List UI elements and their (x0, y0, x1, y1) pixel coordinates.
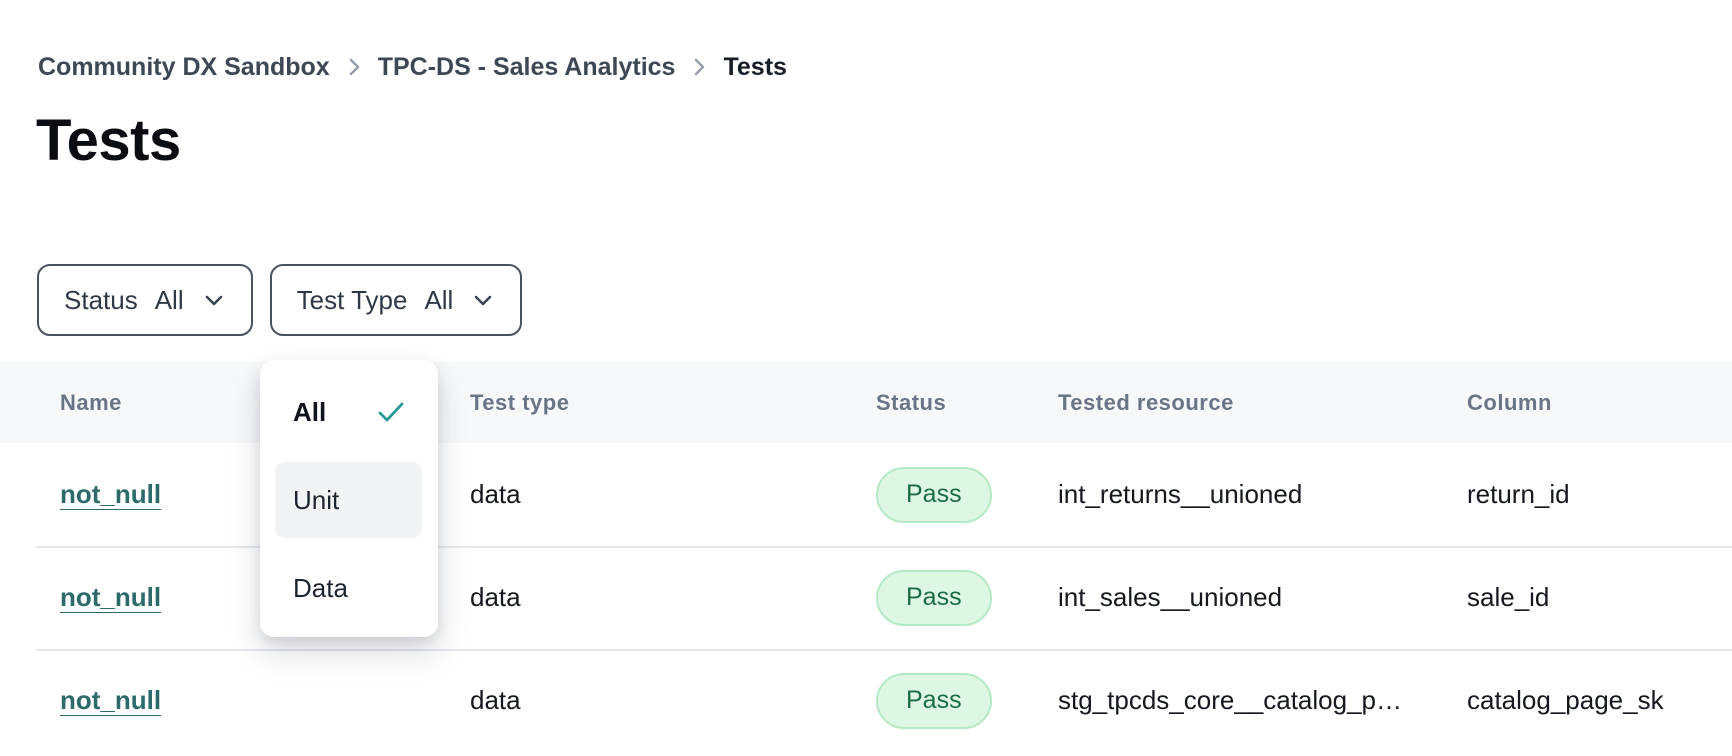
page-title: Tests (36, 106, 181, 176)
test-type-filter-value: All (424, 285, 453, 316)
test-name-link[interactable]: not_null (60, 479, 161, 510)
check-icon (376, 399, 406, 425)
menu-item-label: Unit (293, 485, 339, 516)
status-filter-button[interactable]: Status All (37, 264, 253, 336)
test-type-filter-label: Test Type (297, 285, 408, 316)
column-cell: catalog_page_sk (1467, 685, 1732, 716)
menu-item-all[interactable]: All (275, 382, 422, 442)
breadcrumb-item-tests: Tests (723, 48, 786, 86)
test-type-cell: data (470, 582, 876, 613)
column-cell: return_id (1467, 479, 1732, 510)
test-type-dropdown-menu: All Unit Data (260, 360, 438, 637)
chevron-down-icon (472, 292, 494, 308)
column-header-test-type: Test type (470, 390, 876, 416)
tested-resource-cell: int_returns__unioned (1058, 479, 1467, 510)
breadcrumb: Community DX Sandbox TPC-DS - Sales Anal… (38, 48, 787, 86)
test-type-cell: data (470, 479, 876, 510)
chevron-right-icon (344, 54, 364, 80)
tests-page: Community DX Sandbox TPC-DS - Sales Anal… (0, 0, 1732, 756)
menu-item-unit[interactable]: Unit (275, 462, 422, 538)
tested-resource-cell: stg_tpcds_core__catalog_p… (1058, 685, 1467, 716)
column-cell: sale_id (1467, 582, 1732, 613)
breadcrumb-item-environment[interactable]: TPC-DS - Sales Analytics (378, 48, 676, 86)
test-type-filter-button[interactable]: Test Type All (270, 264, 523, 336)
status-badge: Pass (876, 467, 992, 523)
column-header-tested-resource: Tested resource (1058, 390, 1467, 416)
filters-bar: Status All Test Type All (37, 264, 522, 336)
status-badge: Pass (876, 570, 992, 626)
test-name-link[interactable]: not_null (60, 582, 161, 613)
tested-resource-cell: int_sales__unioned (1058, 582, 1467, 613)
status-badge: Pass (876, 673, 992, 729)
menu-item-data[interactable]: Data (275, 558, 422, 618)
table-row: not_null data Pass stg_tpcds_core__catal… (0, 649, 1732, 752)
menu-item-label: All (293, 397, 326, 428)
chevron-right-icon (689, 54, 709, 80)
column-header-status: Status (876, 390, 1058, 416)
chevron-down-icon (203, 292, 225, 308)
status-filter-value: All (155, 285, 184, 316)
breadcrumb-item-project[interactable]: Community DX Sandbox (38, 48, 330, 86)
test-type-cell: data (470, 685, 876, 716)
status-filter-label: Status (64, 285, 138, 316)
menu-item-label: Data (293, 573, 348, 604)
test-name-link[interactable]: not_null (60, 685, 161, 716)
column-header-column: Column (1467, 390, 1732, 416)
